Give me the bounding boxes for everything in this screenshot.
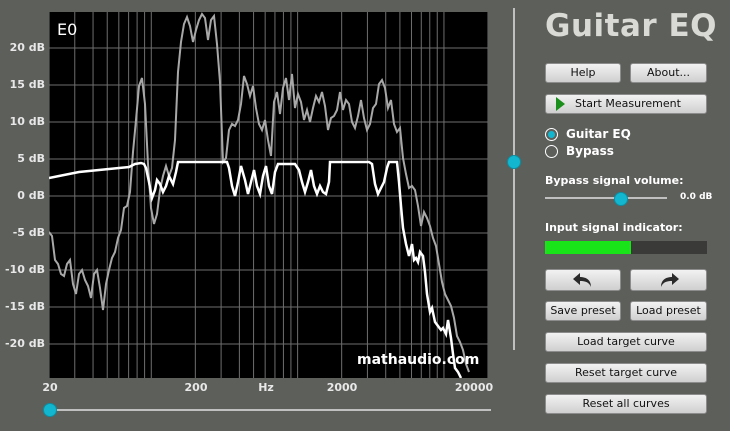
undo-button[interactable] (545, 269, 621, 291)
x-axis-unit: Hz (258, 381, 274, 394)
reset-all-curves-button[interactable]: Reset all curves (545, 394, 707, 414)
start-measurement-label: Start Measurement (575, 97, 681, 110)
plot-canvas[interactable] (49, 12, 488, 378)
reset-target-curve-button[interactable]: Reset target curve (545, 363, 707, 383)
save-preset-button[interactable]: Save preset (545, 301, 621, 321)
horizontal-frequency-slider-track[interactable] (50, 409, 491, 411)
undo-arrow-icon (573, 273, 591, 287)
y-tick-label: 10 dB (9, 115, 45, 128)
bypass-volume-label: Bypass signal volume: (545, 174, 684, 187)
y-tick-label: 20 dB (9, 41, 45, 54)
app-title: Guitar EQ (545, 8, 717, 44)
y-tick-label: -5 dB (12, 226, 45, 239)
plot-grid (49, 12, 488, 378)
bypass-volume-slider-handle[interactable] (613, 192, 628, 206)
start-measurement-button[interactable]: Start Measurement (545, 94, 707, 114)
redo-button[interactable] (630, 269, 707, 291)
y-tick-label: 15 dB (9, 78, 45, 91)
about-button[interactable]: About... (630, 63, 707, 83)
radio-unselected-icon[interactable] (545, 145, 558, 158)
y-tick-label: 5 dB (17, 152, 45, 165)
x-tick-label: 200 (184, 381, 208, 394)
radio-guitar-eq-label: Guitar EQ (566, 127, 631, 141)
vertical-gain-slider-track[interactable] (513, 8, 515, 350)
vertical-gain-slider-handle[interactable] (507, 154, 521, 169)
preset-label: E0 (57, 20, 78, 39)
input-indicator-label: Input signal indicator: (545, 221, 683, 234)
input-signal-meter-fill (545, 241, 631, 254)
load-preset-button[interactable]: Load preset (630, 301, 707, 321)
radio-bypass[interactable]: Bypass (545, 144, 614, 158)
radio-guitar-eq[interactable]: Guitar EQ (545, 127, 631, 141)
x-tick-label: 20000 (454, 381, 494, 394)
bypass-volume-slider-track[interactable] (545, 197, 667, 199)
help-button[interactable]: Help (545, 63, 621, 83)
play-icon (556, 97, 565, 111)
input-signal-meter (545, 241, 707, 254)
radio-selected-icon[interactable] (545, 128, 558, 141)
watermark: mathaudio.com (357, 352, 480, 368)
radio-bypass-label: Bypass (566, 144, 614, 158)
redo-arrow-icon (660, 273, 679, 287)
y-tick-label: -10 dB (5, 263, 45, 276)
x-tick-label: 2000 (326, 381, 358, 394)
frequency-response-plot[interactable]: E0 mathaudio.com (49, 12, 488, 378)
bypass-volume-value: 0.0 dB (680, 192, 713, 202)
y-tick-label: -15 dB (5, 300, 45, 313)
x-tick-label: 20 (42, 381, 58, 394)
y-tick-label: -20 dB (5, 337, 45, 350)
load-target-curve-button[interactable]: Load target curve (545, 332, 707, 352)
horizontal-frequency-slider-handle[interactable] (43, 403, 57, 417)
y-tick-label: 0 dB (17, 189, 45, 202)
